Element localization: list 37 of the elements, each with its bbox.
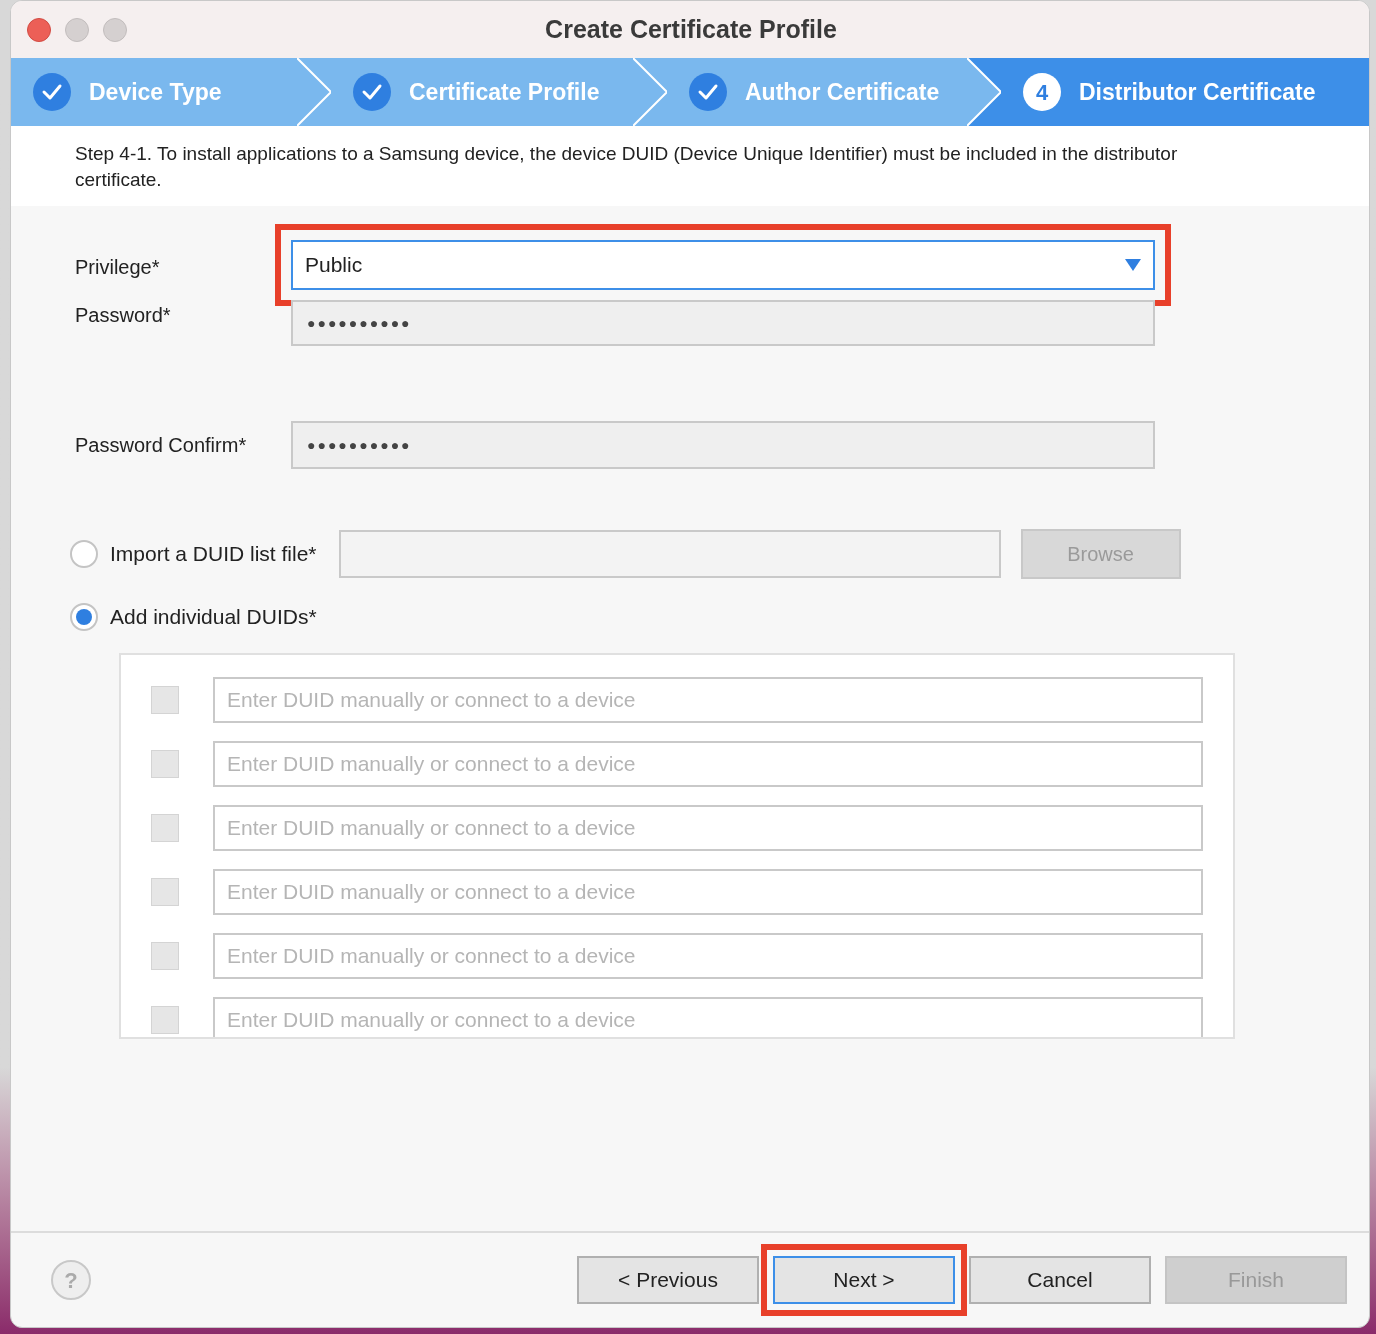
step-label: Certificate Profile — [409, 77, 600, 107]
duid-checkbox[interactable] — [151, 685, 179, 714]
duid-input-field[interactable]: Enter DUID manually or connect to a device — [213, 996, 1203, 1037]
dialog-button[interactable]: Next > — [773, 1256, 955, 1304]
dropdown-caret-icon — [1125, 259, 1141, 271]
duid-checkbox[interactable] — [151, 1005, 179, 1034]
radio-button[interactable] — [70, 602, 98, 631]
duid-input-field[interactable]: Enter DUID manually or connect to a device — [213, 932, 1203, 979]
radio-label: Import a DUID list file* — [110, 541, 317, 568]
dialog-button[interactable]: < Previous — [577, 1256, 759, 1304]
duid-checkbox[interactable] — [151, 813, 179, 842]
password-confirm-label: Password Confirm* — [75, 433, 248, 458]
step-label: Device Type — [89, 77, 222, 107]
close-window-button[interactable] — [27, 17, 51, 42]
window-title: Create Certificate Profile — [544, 13, 838, 45]
password-field[interactable]: ●●●●●●●●●● — [291, 300, 1155, 346]
minimize-window-button[interactable] — [65, 17, 89, 42]
dialog-button[interactable]: Cancel — [969, 1256, 1151, 1304]
privilege-label: Privilege* — [75, 255, 161, 280]
duid-input-field[interactable]: Enter DUID manually or connect to a device — [213, 676, 1203, 723]
radio-button[interactable] — [70, 540, 98, 568]
step-description: Step 4-1. To install applications to a Samsung device, the device DUID (Device Unique Identifier) must be included in the distributor certificate. — [75, 142, 1179, 192]
duid-checkbox[interactable] — [151, 941, 179, 970]
step-label: Distributor Certificate — [1079, 77, 1316, 107]
duid-input-field[interactable]: Enter DUID manually or connect to a device — [213, 804, 1203, 851]
duid-checkbox[interactable] — [151, 749, 179, 778]
duid-file-field[interactable] — [338, 530, 1001, 578]
password-confirm-field[interactable]: ●●●●●●●●●● — [291, 421, 1155, 469]
privilege-dropdown[interactable]: Public — [291, 240, 1155, 290]
step-label: Author Certificate — [745, 77, 940, 107]
radio-label: Add individual DUIDs* — [110, 604, 317, 630]
zoom-window-button[interactable] — [103, 17, 127, 42]
duid-input-field[interactable]: Enter DUID manually or connect to a device — [213, 740, 1203, 787]
duid-input-field[interactable]: Enter DUID manually or connect to a device — [213, 868, 1203, 915]
password-label: Password* — [75, 303, 172, 328]
step-number: 4 — [1023, 73, 1061, 111]
duid-checkbox[interactable] — [151, 877, 179, 906]
